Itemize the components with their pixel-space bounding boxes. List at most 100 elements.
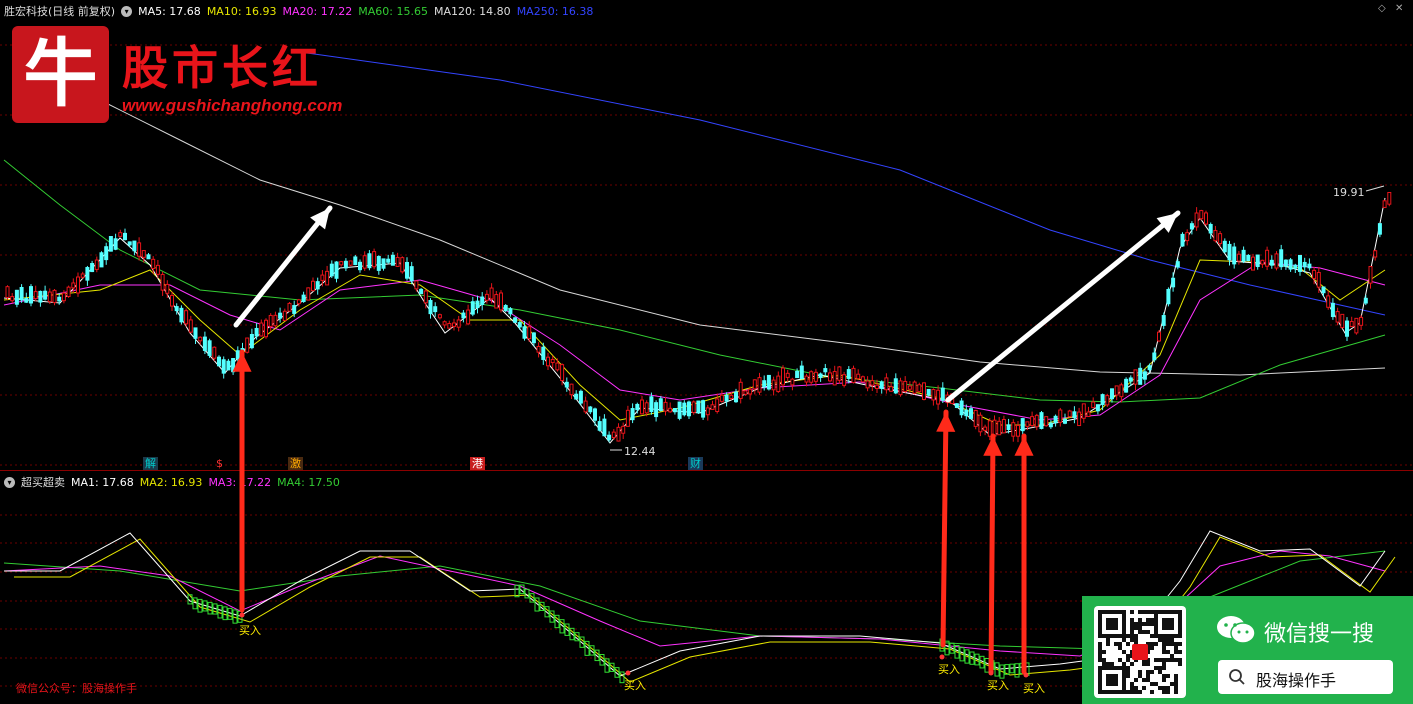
candle-body bbox=[1321, 286, 1326, 294]
qr-module bbox=[1162, 634, 1166, 638]
qr-module bbox=[1154, 622, 1158, 626]
qr-module bbox=[1162, 642, 1166, 646]
qr-module bbox=[1102, 690, 1106, 694]
candle-body bbox=[541, 346, 546, 360]
qr-center-logo bbox=[1132, 644, 1148, 660]
event-marker[interactable]: $ bbox=[214, 457, 225, 470]
candle-body bbox=[1166, 289, 1171, 305]
qr-module bbox=[1134, 622, 1138, 626]
search-box[interactable]: 股海操作手 bbox=[1218, 660, 1393, 694]
candle-body bbox=[47, 291, 52, 303]
candle-body bbox=[99, 252, 104, 268]
buy-signal-label: 买入 bbox=[987, 679, 1009, 692]
candle-body bbox=[193, 327, 198, 339]
qr-module bbox=[1122, 626, 1126, 630]
qr-module bbox=[1166, 610, 1170, 614]
candle-body bbox=[90, 263, 95, 273]
candle-body bbox=[903, 380, 908, 392]
candle-body bbox=[400, 257, 405, 273]
candle-body bbox=[466, 309, 471, 325]
candle-body bbox=[1001, 418, 1006, 434]
candle-body bbox=[1368, 266, 1373, 284]
qr-module bbox=[1154, 658, 1158, 662]
high-price-label: 19.91 bbox=[1333, 186, 1365, 199]
qr-module bbox=[1130, 682, 1134, 686]
wechat-search-card[interactable]: 微信搜一搜 股海操作手 bbox=[1082, 596, 1413, 704]
qr-module bbox=[1130, 630, 1134, 634]
qr-module bbox=[1114, 626, 1118, 630]
qr-module bbox=[1162, 618, 1166, 622]
close-icon[interactable]: ✕ bbox=[1395, 3, 1403, 14]
qr-module bbox=[1178, 614, 1182, 618]
candle-body bbox=[395, 256, 400, 267]
candle-body bbox=[889, 386, 894, 392]
candle-body bbox=[1020, 418, 1025, 432]
candle-body bbox=[1142, 371, 1147, 380]
qr-module bbox=[1178, 630, 1182, 634]
candle-body bbox=[1241, 249, 1246, 262]
candle-body bbox=[315, 281, 320, 290]
qr-module bbox=[1150, 634, 1154, 638]
candle-body bbox=[372, 251, 377, 268]
chevron-down-icon[interactable]: ▾ bbox=[4, 476, 15, 488]
oversold-box bbox=[207, 601, 213, 615]
candle-body bbox=[362, 255, 367, 269]
candle-body bbox=[1194, 212, 1199, 228]
qr-module bbox=[1170, 622, 1174, 626]
qr-module bbox=[1098, 622, 1102, 626]
qr-module bbox=[1142, 622, 1146, 626]
qr-module bbox=[1122, 622, 1126, 626]
candle-body bbox=[1110, 388, 1114, 400]
qr-module bbox=[1146, 678, 1150, 682]
candle-body bbox=[522, 326, 527, 339]
logo-glyph: 牛 bbox=[23, 31, 98, 117]
qr-module bbox=[1118, 610, 1122, 614]
qr-module bbox=[1098, 658, 1102, 662]
qr-module bbox=[1178, 626, 1182, 630]
candle-body bbox=[644, 402, 649, 414]
event-marker[interactable]: 财 bbox=[688, 457, 703, 470]
event-marker[interactable]: 激 bbox=[288, 457, 303, 470]
qr-module bbox=[1122, 674, 1126, 678]
candle-body bbox=[452, 322, 456, 327]
candle-body bbox=[578, 390, 583, 404]
candle-body bbox=[484, 293, 489, 301]
candle-body bbox=[823, 368, 828, 373]
qr-module bbox=[1114, 674, 1118, 678]
qr-module bbox=[1150, 618, 1154, 622]
qr-module bbox=[1130, 686, 1134, 690]
candle-body bbox=[306, 287, 311, 301]
candle-body bbox=[893, 378, 898, 394]
candle-body bbox=[785, 372, 790, 378]
candle-body bbox=[480, 296, 485, 305]
legend-ma5: MA5: 17.68 bbox=[138, 4, 201, 18]
qr-module bbox=[1158, 638, 1162, 642]
logo-url: www.gushichanghong.com bbox=[122, 96, 343, 115]
candle-body bbox=[1288, 259, 1293, 270]
qr-module bbox=[1138, 618, 1142, 622]
qr-module bbox=[1142, 662, 1146, 666]
qr-module bbox=[1102, 658, 1106, 662]
event-marker[interactable]: 解 bbox=[143, 457, 158, 470]
qr-module bbox=[1162, 662, 1166, 666]
qr-module bbox=[1178, 618, 1182, 622]
price-chart-panel[interactable]: 胜宏科技 (日线 前复权) ▾ MA5: 17.68 MA10: 16.93 MA… bbox=[0, 0, 1413, 470]
qr-module bbox=[1158, 686, 1162, 690]
diamond-icon[interactable]: ◇ bbox=[1378, 3, 1386, 14]
candle-body bbox=[1340, 313, 1345, 329]
qr-module bbox=[1174, 646, 1178, 650]
candle-body bbox=[226, 360, 231, 371]
qr-module bbox=[1122, 690, 1126, 694]
candle-body bbox=[108, 236, 113, 252]
event-marker[interactable]: 港 bbox=[470, 457, 485, 470]
qr-module bbox=[1174, 686, 1178, 690]
candle-body bbox=[748, 388, 753, 395]
moving-average-line bbox=[299, 51, 1386, 316]
candle-body bbox=[33, 291, 38, 300]
chevron-down-icon[interactable]: ▾ bbox=[121, 5, 133, 17]
candle-body bbox=[358, 261, 362, 271]
qr-module bbox=[1106, 626, 1110, 630]
qr-module bbox=[1158, 670, 1162, 674]
qr-module bbox=[1170, 638, 1174, 642]
qr-module bbox=[1154, 626, 1158, 630]
